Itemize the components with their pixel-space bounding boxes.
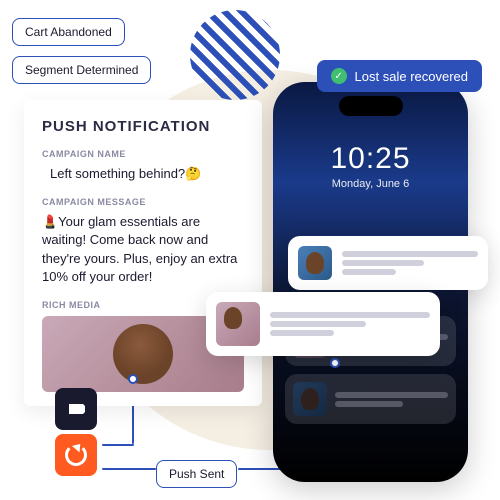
connector-dot [330, 358, 340, 368]
card-title: PUSH NOTIFICATION [42, 118, 244, 135]
striped-circle-decoration [190, 10, 280, 100]
notification-text-placeholder [342, 248, 478, 278]
refresh-icon [65, 444, 87, 466]
campaign-message-label: CAMPAIGN MESSAGE [42, 197, 244, 207]
connector-line [102, 444, 134, 446]
notification-text-placeholder [270, 309, 430, 339]
notification-thumb [293, 382, 327, 416]
notification-thumb [298, 246, 332, 280]
flag-icon [67, 403, 85, 415]
lost-sale-recovered-badge: ✓ Lost sale recovered [317, 60, 482, 92]
refresh-app-icon[interactable] [55, 434, 97, 476]
campaign-name-value[interactable]: Left something behind?🤔 [42, 165, 244, 183]
lost-sale-label: Lost sale recovered [355, 69, 468, 84]
push-notification-card: PUSH NOTIFICATION CAMPAIGN NAME Left som… [24, 100, 262, 406]
notification-dimmed [285, 374, 456, 424]
campaign-message-value[interactable]: 💄Your glam essentials are waiting! Come … [42, 213, 244, 286]
klaviyo-app-icon[interactable] [55, 388, 97, 430]
notification-float-2[interactable] [206, 292, 440, 356]
connector-line [102, 468, 156, 470]
notification-float-1[interactable] [288, 236, 488, 290]
segment-determined-chip: Segment Determined [12, 56, 151, 84]
lock-screen-date: Monday, June 6 [283, 178, 458, 190]
campaign-name-label: CAMPAIGN NAME [42, 149, 244, 159]
check-icon: ✓ [331, 68, 347, 84]
dynamic-island [339, 96, 403, 116]
connector-dot [128, 374, 138, 384]
notification-thumb [216, 302, 260, 346]
person-image [113, 324, 173, 384]
push-sent-chip: Push Sent [156, 460, 237, 488]
cart-abandoned-chip: Cart Abandoned [12, 18, 125, 46]
lock-screen-time: 10:25 [283, 142, 458, 176]
